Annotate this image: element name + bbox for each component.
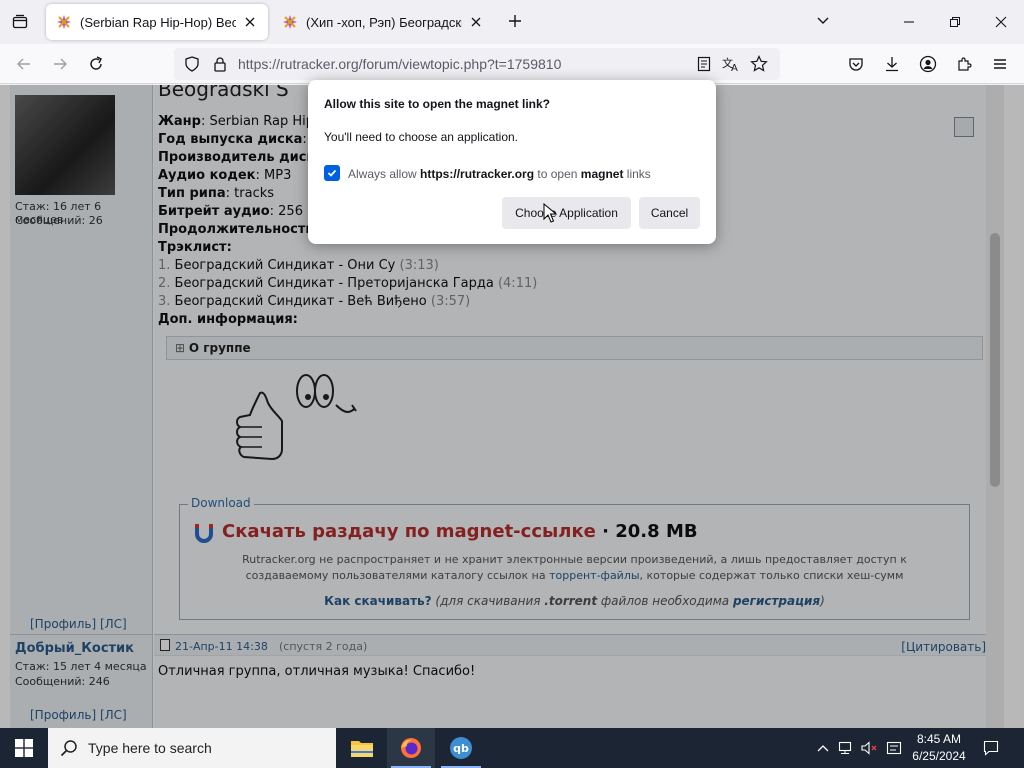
volume-muted-icon[interactable] bbox=[860, 728, 880, 768]
mouse-cursor-icon bbox=[543, 203, 557, 223]
choose-application-button[interactable]: Choose Application bbox=[502, 197, 631, 229]
address-bar[interactable]: https://rutracker.org/forum/viewtopic.ph… bbox=[174, 48, 780, 80]
url-path: /forum/viewtopic.php?t=1759810 bbox=[358, 56, 562, 72]
checkmark-icon bbox=[327, 169, 337, 177]
dialog-title: Allow this site to open the magnet link? bbox=[324, 97, 551, 111]
dialog-body: You'll need to choose an application. bbox=[324, 130, 518, 144]
chevron-down-icon[interactable] bbox=[815, 12, 835, 32]
tab-hip-hop[interactable]: (Хип -хоп, Рэп) Београдский с bbox=[272, 4, 494, 40]
magnet-permission-dialog: Allow this site to open the magnet link?… bbox=[308, 80, 716, 244]
label-protocol: magnet bbox=[580, 167, 624, 181]
cancel-button[interactable]: Cancel bbox=[639, 197, 700, 229]
rutracker-favicon-icon bbox=[57, 15, 71, 29]
close-tab-icon[interactable] bbox=[468, 14, 484, 30]
tab-list-icon[interactable] bbox=[8, 10, 32, 34]
close-window-icon[interactable] bbox=[987, 8, 1015, 36]
label-host: https://rutracker.org bbox=[420, 167, 535, 181]
browser-window: (Serbian Rap Hip-Hop) Beograd (Хип -хоп,… bbox=[0, 0, 1024, 728]
download-icon[interactable] bbox=[880, 52, 904, 76]
network-icon[interactable] bbox=[836, 728, 856, 768]
translate-icon[interactable]: 文A bbox=[722, 56, 740, 77]
always-allow-label[interactable]: Always allow https://rutracker.org to op… bbox=[348, 167, 651, 181]
firefox-taskbar-icon[interactable] bbox=[387, 728, 435, 768]
notification-center-icon[interactable] bbox=[980, 728, 1002, 768]
account-icon[interactable] bbox=[916, 52, 940, 76]
restore-icon[interactable] bbox=[941, 8, 969, 36]
input-method-icon[interactable] bbox=[884, 728, 904, 768]
reload-icon[interactable] bbox=[84, 52, 108, 76]
label-text: Always allow bbox=[348, 167, 421, 181]
tab-serbian-rap[interactable]: (Serbian Rap Hip-Hop) Beograd bbox=[46, 4, 268, 40]
lock-icon[interactable] bbox=[212, 56, 228, 77]
url-host: https://rutracker.org bbox=[238, 56, 359, 72]
reader-view-icon[interactable] bbox=[696, 56, 712, 77]
pocket-icon[interactable] bbox=[844, 52, 868, 76]
label-text: links bbox=[623, 167, 651, 181]
clock-time: 8:45 AM bbox=[916, 732, 962, 746]
new-tab-icon[interactable] bbox=[504, 10, 526, 32]
always-allow-checkbox[interactable] bbox=[324, 165, 340, 181]
tab-title: (Хип -хоп, Рэп) Београдский с bbox=[306, 14, 462, 30]
extensions-icon[interactable] bbox=[952, 52, 976, 76]
rutracker-favicon-icon bbox=[283, 15, 297, 29]
shield-icon[interactable] bbox=[184, 56, 200, 77]
minimize-icon[interactable] bbox=[895, 8, 923, 36]
file-explorer-icon[interactable] bbox=[338, 728, 386, 768]
label-text: to open bbox=[534, 167, 581, 181]
tab-title: (Serbian Rap Hip-Hop) Beograd bbox=[80, 14, 236, 30]
show-hidden-icons-chevron-up-icon[interactable] bbox=[814, 728, 832, 768]
back-arrow-icon[interactable] bbox=[12, 52, 36, 76]
tab-strip: (Serbian Rap Hip-Hop) Beograd (Хип -хоп,… bbox=[0, 0, 1024, 44]
taskbar-search-box[interactable]: Type here to search bbox=[48, 728, 336, 768]
windows-taskbar: Type here to search qb 8:45 AM 6/25/2024 bbox=[0, 728, 1024, 768]
search-icon bbox=[60, 740, 77, 757]
qbittorrent-taskbar-icon[interactable]: qb bbox=[437, 728, 485, 768]
menu-icon[interactable] bbox=[988, 52, 1012, 76]
windows-start-icon[interactable] bbox=[0, 728, 48, 768]
search-placeholder: Type here to search bbox=[88, 740, 212, 756]
url-text[interactable]: https://rutracker.org/forum/viewtopic.ph… bbox=[238, 56, 561, 72]
svg-text:A: A bbox=[731, 63, 738, 72]
clock-date: 6/25/2024 bbox=[912, 749, 966, 763]
bookmark-star-icon[interactable] bbox=[750, 55, 768, 78]
svg-text:qb: qb bbox=[453, 742, 469, 755]
navigation-bar: https://rutracker.org/forum/viewtopic.ph… bbox=[0, 44, 1024, 84]
close-tab-icon[interactable] bbox=[242, 14, 258, 30]
forward-arrow-icon[interactable] bbox=[48, 52, 72, 76]
taskbar-clock[interactable]: 8:45 AM 6/25/2024 bbox=[906, 731, 972, 765]
